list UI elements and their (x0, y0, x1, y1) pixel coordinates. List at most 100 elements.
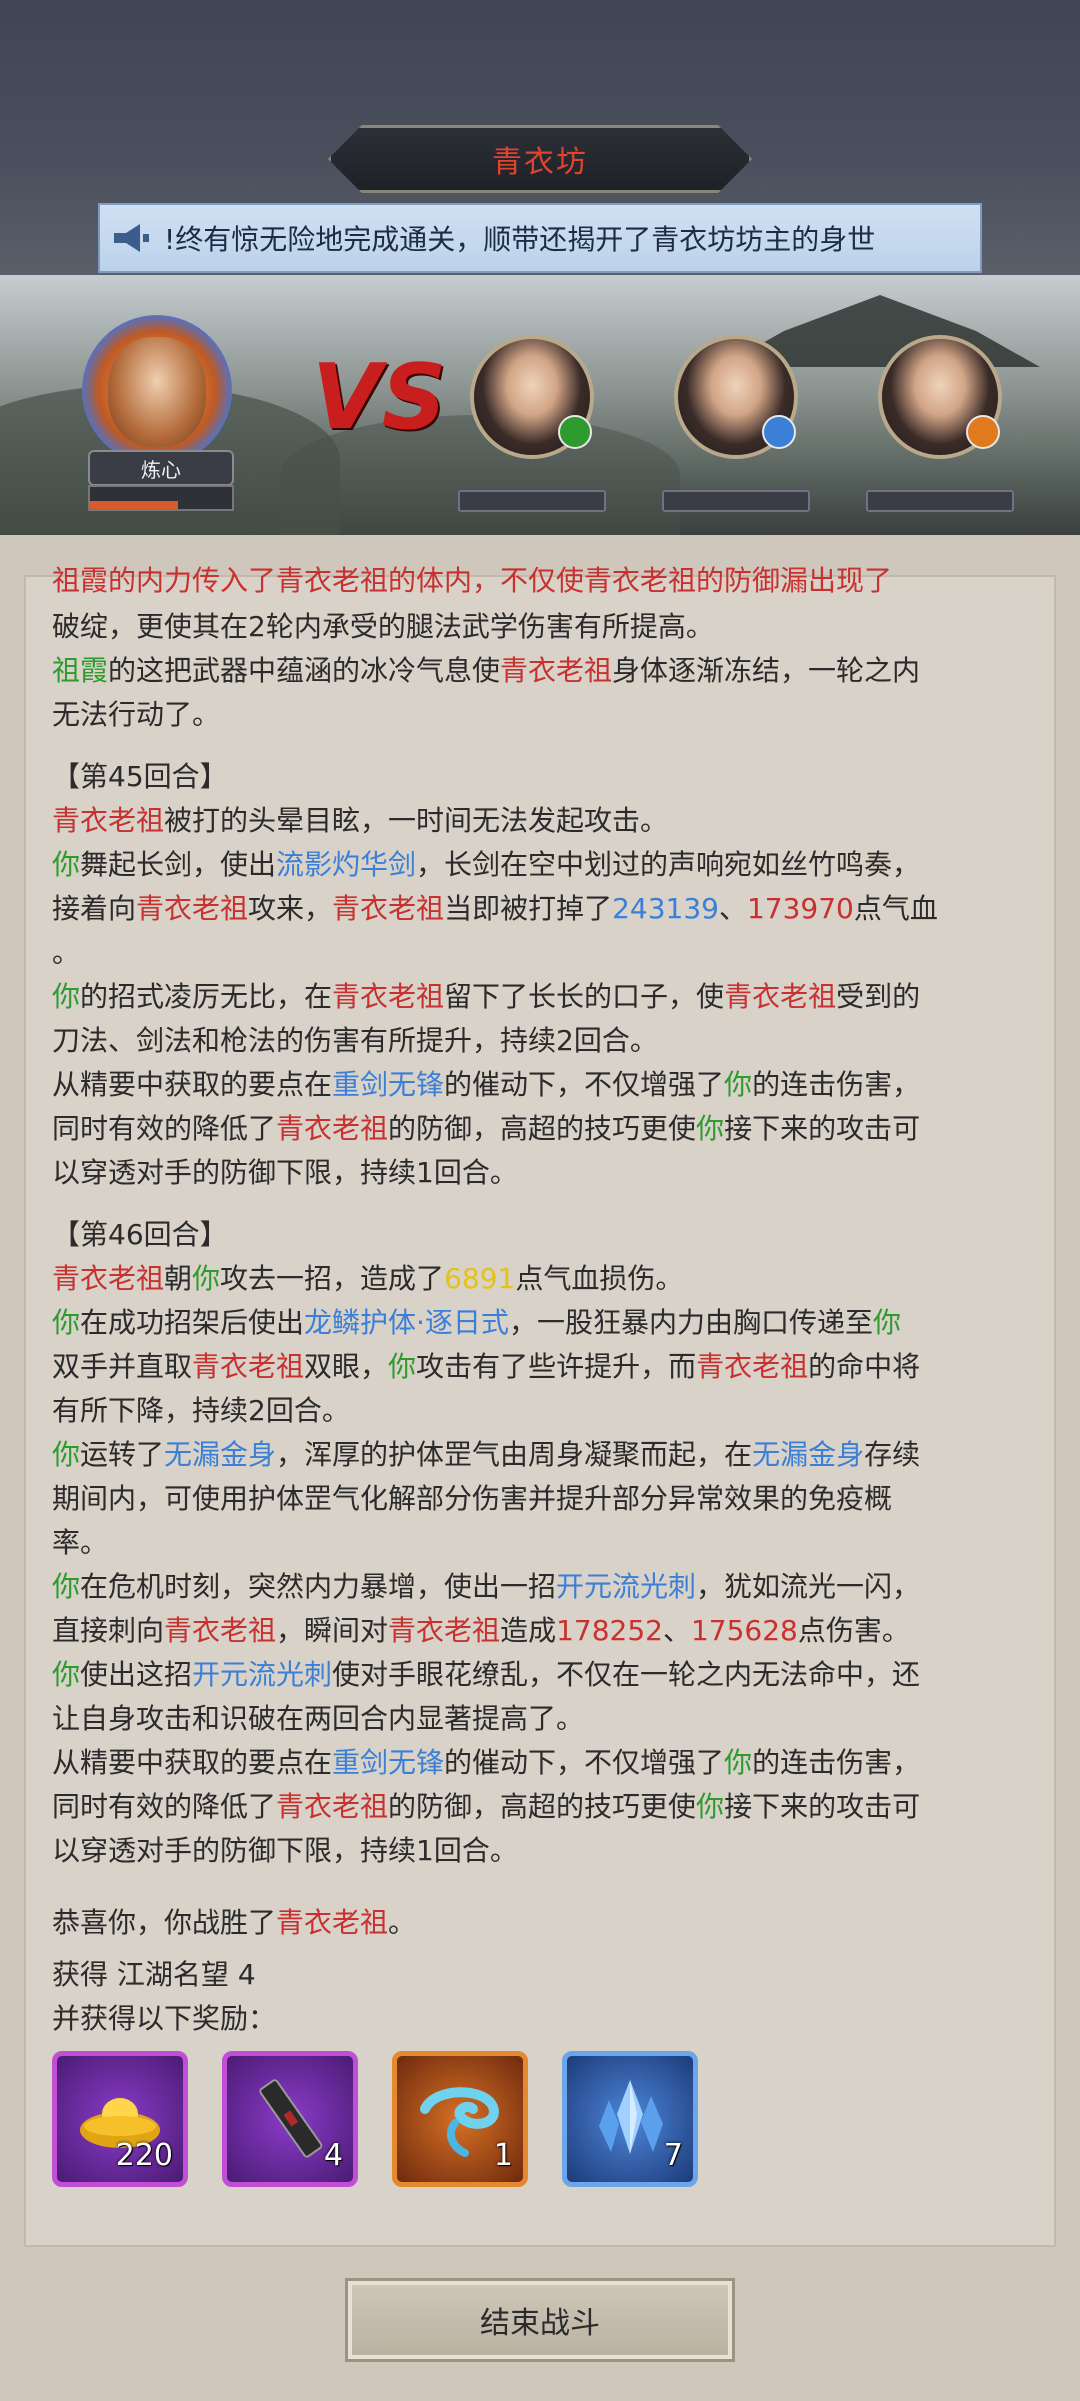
enemy-name: 青衣老祖 (388, 1614, 501, 1647)
log-line: 以穿透对手的防御下限，持续1回合。 (52, 1156, 518, 1189)
vs-emblem: VS (312, 345, 447, 450)
actor-name: 你 (52, 1306, 81, 1339)
enemy-name: 青衣老祖 (500, 654, 613, 687)
log-text: 双手并直取 (52, 1350, 193, 1383)
announcement-banner: !终有惊无险地完成通关，顺带还揭开了青衣坊坊主的身世 (98, 203, 982, 273)
reward-label: 获得 (52, 1958, 109, 1991)
log-line: 接着向青衣老祖攻来，青衣老祖当即被打掉了243139、173970点气血 (52, 887, 1042, 931)
log-line: 同时有效的降低了青衣老祖的防御，高超的技巧更使你接下来的攻击可 (52, 1107, 1042, 1151)
log-line: 有所下降，持续2回合。 (52, 1394, 350, 1427)
log-line: 从精要中获取的要点在重剑无锋的催动下，不仅增强了你的连击伤害， (52, 1741, 1042, 1785)
skill-name: 无漏金身 (752, 1438, 865, 1471)
enemy-hp-bar-3 (866, 490, 1014, 512)
log-line: 同时有效的降低了青衣老祖的防御，高超的技巧更使你接下来的攻击可 (52, 1785, 1042, 1829)
skill-name: 重剑无锋 (332, 1746, 445, 1779)
actor-name: 你 (724, 1068, 753, 1101)
log-text: ，长剑在空中划过的声响宛如丝竹鸣奏， (416, 848, 921, 881)
enemy-name: 青衣老祖 (696, 1350, 809, 1383)
log-text: 双眼， (304, 1350, 389, 1383)
log-text: 点气血 (853, 892, 938, 925)
log-text: 的命中将 (808, 1350, 921, 1383)
log-text: 攻去一招，造成了 (220, 1262, 445, 1295)
log-text: 攻来， (248, 892, 333, 925)
log-text: 接着向 (52, 892, 137, 925)
log-line: 你的招式凌厉无比，在青衣老祖留下了长长的口子，使青衣老祖受到的 (52, 975, 1042, 1019)
log-text: ，犹如流光一闪， (696, 1570, 921, 1603)
log-text: 接下来的攻击可 (724, 1112, 921, 1145)
log-line: 以穿透对手的防御下限，持续1回合。 (52, 1834, 518, 1867)
combat-log-panel[interactable]: 祖霞的内力传入了青衣老祖的体内，不仅使青衣老祖的防御漏出现了 破绽，更使其在2轮… (24, 564, 1056, 2247)
skill-name: 无漏金身 (164, 1438, 277, 1471)
reward-reputation: 获得 江湖名望 4 (52, 1953, 1042, 1997)
log-line: 青衣老祖被打的头晕目眩，一时间无法发起攻击。 (52, 799, 1042, 843)
actor-name: 祖霞 (52, 654, 109, 687)
reward-value: 江湖名望 4 (116, 1958, 256, 1991)
speaker-icon (108, 214, 156, 262)
log-line: 让自身攻击和识破在两回合内显著提高了。 (52, 1702, 585, 1735)
log-text: 使对手眼花缭乱，不仅在一轮之内无法命中，还 (332, 1658, 921, 1691)
log-line: 从精要中获取的要点在重剑无锋的催动下，不仅增强了你的连击伤害， (52, 1063, 1042, 1107)
actor-name: 你 (872, 1306, 901, 1339)
log-line: 青衣老祖朝你攻去一招，造成了6891点气血损伤。 (52, 1257, 1042, 1301)
page-title: 青衣坊 (492, 145, 588, 180)
log-text: 在危机时刻，突然内力暴增，使出一招 (80, 1570, 557, 1603)
log-text: 受到的 (836, 980, 921, 1013)
log-text: 、 (718, 892, 747, 925)
skill-name: 开元流光刺 (192, 1658, 333, 1691)
log-text: 留下了长长的口子，使 (444, 980, 725, 1013)
actor-name: 你 (724, 1746, 753, 1779)
log-text: 朝 (164, 1262, 193, 1295)
log-text: 从精要中获取的要点在 (52, 1746, 333, 1779)
log-text: 的防御，高超的技巧更使 (388, 1112, 697, 1145)
log-line: 你在成功招架后使出龙鳞护体·逐日式，一股狂暴内力由胸口传递至你 (52, 1301, 1042, 1345)
blue-crystal-icon (599, 2080, 663, 2154)
log-line: 你在危机时刻，突然内力暴增，使出一招开元流光刺，犹如流光一闪， (52, 1565, 1042, 1609)
victory-line: 恭喜你，你战胜了青衣老祖。 (52, 1901, 1042, 1945)
actor-name: 你 (388, 1350, 417, 1383)
log-line: 祖霞的这把武器中蕴涵的冰冷气息使青衣老祖身体逐渐冻结，一轮之内 (52, 649, 1042, 693)
player-hp-bar (88, 485, 234, 511)
player-avatar[interactable] (108, 337, 206, 447)
log-line: 期间内，可使用护体罡气化解部分伤害并提升部分异常效果的免疫概 (52, 1482, 893, 1515)
end-battle-button[interactable]: 结束战斗 (345, 2278, 735, 2362)
log-line: 刀法、剑法和枪法的伤害有所提升，持续2回合。 (52, 1024, 658, 1057)
reward-item[interactable]: 1 (392, 2051, 528, 2187)
log-text: 恭喜你，你战胜了 (52, 1906, 277, 1939)
announcement-text: !终有惊无险地完成通关，顺带还揭开了青衣坊坊主的身世 (164, 223, 876, 256)
round-header: 【第46回合】 (52, 1218, 228, 1251)
log-line: 直接刺向青衣老祖，瞬间对青衣老祖造成178252、175628点伤害。 (52, 1609, 1042, 1653)
log-text: 运转了 (80, 1438, 165, 1471)
log-line: 。 (52, 936, 81, 969)
log-text: 接下来的攻击可 (724, 1790, 921, 1823)
actor-name: 你 (696, 1790, 725, 1823)
log-text: 舞起长剑，使出 (80, 848, 277, 881)
actor-name: 你 (52, 848, 81, 881)
actor-name: 你 (52, 1570, 81, 1603)
item-count: 220 (115, 2138, 173, 2173)
blue-element-badge-icon (762, 415, 796, 449)
enemy-hp-bar-1 (458, 490, 606, 512)
reward-items: 220 4 1 7 (52, 2051, 1042, 2187)
log-line: 无法行动了。 (52, 698, 221, 731)
enemy-name: 青衣老祖 (332, 980, 445, 1013)
enemy-hp-bar-2 (662, 490, 810, 512)
log-text: 造成 (500, 1614, 557, 1647)
log-text: 存续 (864, 1438, 921, 1471)
orange-element-badge-icon (966, 415, 1000, 449)
log-text: 当即被打掉了 (444, 892, 613, 925)
player-hp-fill (90, 501, 179, 509)
enemy-name: 青衣老祖 (724, 980, 837, 1013)
log-line: 你舞起长剑，使出流影灼华剑，长剑在空中划过的声响宛如丝竹鸣奏， (52, 843, 1042, 887)
log-text: 点气血损伤。 (515, 1262, 684, 1295)
log-text: 的催动下，不仅增强了 (444, 1746, 725, 1779)
reward-item[interactable]: 7 (562, 2051, 698, 2187)
log-line: 破绽，更使其在2轮内承受的腿法武学伤害有所提高。 (52, 610, 714, 643)
actor-name: 你 (52, 1658, 81, 1691)
reward-more-label: 并获得以下奖励： (52, 2002, 277, 2035)
log-text: 从精要中获取的要点在 (52, 1068, 333, 1101)
reward-item[interactable]: 220 (52, 2051, 188, 2187)
reward-item[interactable]: 4 (222, 2051, 358, 2187)
enemy-name: 青衣老祖 (164, 1614, 277, 1647)
item-count: 4 (323, 2138, 343, 2173)
log-text: 点伤害。 (797, 1614, 910, 1647)
